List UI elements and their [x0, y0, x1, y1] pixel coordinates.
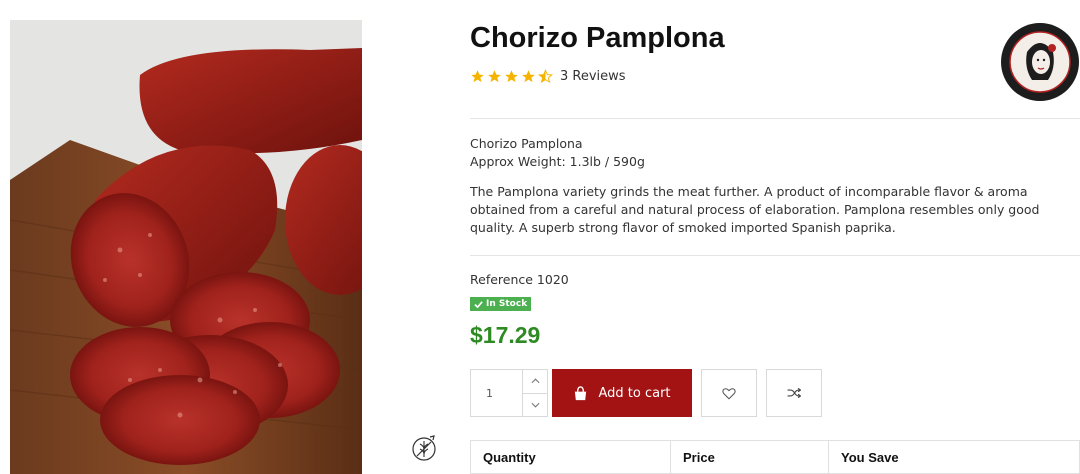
reviews-link[interactable]: 3 Reviews [560, 69, 626, 84]
quantity-input[interactable]: 1 [471, 370, 522, 416]
compare-button[interactable] [766, 369, 822, 417]
description-body: The Pamplona variety grinds the meat fur… [470, 184, 1040, 235]
gluten-free-icon [410, 434, 438, 462]
shopping-bag-icon [575, 385, 587, 400]
volume-pricing-table: Quantity Price You Save [470, 440, 1080, 474]
divider [470, 118, 1080, 119]
brand-logo[interactable] [1000, 22, 1080, 102]
description-name: Chorizo Pamplona [470, 136, 583, 151]
check-icon [474, 300, 483, 308]
wishlist-button[interactable] [701, 369, 757, 417]
description-weight: Approx Weight: 1.3lb / 590g [470, 154, 645, 169]
star-icon [471, 70, 484, 83]
table-header-you-save: You Save [828, 441, 1079, 473]
quantity-down-button[interactable] [523, 392, 547, 417]
add-to-cart-label: Add to cart [598, 385, 671, 401]
chevron-down-icon [531, 402, 539, 408]
quantity-arrows [522, 370, 547, 416]
product-title: Chorizo Pamplona [470, 22, 725, 54]
add-to-cart-button[interactable]: Add to cart [552, 369, 692, 417]
star-icon [488, 70, 501, 83]
stock-label: In Stock [486, 299, 528, 309]
product-image[interactable] [10, 20, 362, 474]
star-icon [522, 70, 535, 83]
product-rating[interactable]: 3 Reviews [470, 69, 626, 84]
shuffle-icon [787, 387, 801, 399]
star-half-icon [538, 69, 553, 84]
chevron-up-icon [531, 378, 539, 384]
quantity-up-button[interactable] [523, 370, 547, 393]
quantity-stepper[interactable]: 1 [470, 369, 548, 417]
table-header-quantity: Quantity [483, 449, 536, 465]
product-reference: Reference 1020 [470, 272, 569, 287]
divider [470, 255, 1080, 256]
stock-badge: In Stock [470, 297, 532, 311]
star-rating [470, 69, 553, 84]
star-icon [505, 70, 518, 83]
heart-icon [722, 387, 736, 399]
product-price: $17.29 [470, 322, 541, 348]
table-header-price: Price [670, 441, 828, 473]
